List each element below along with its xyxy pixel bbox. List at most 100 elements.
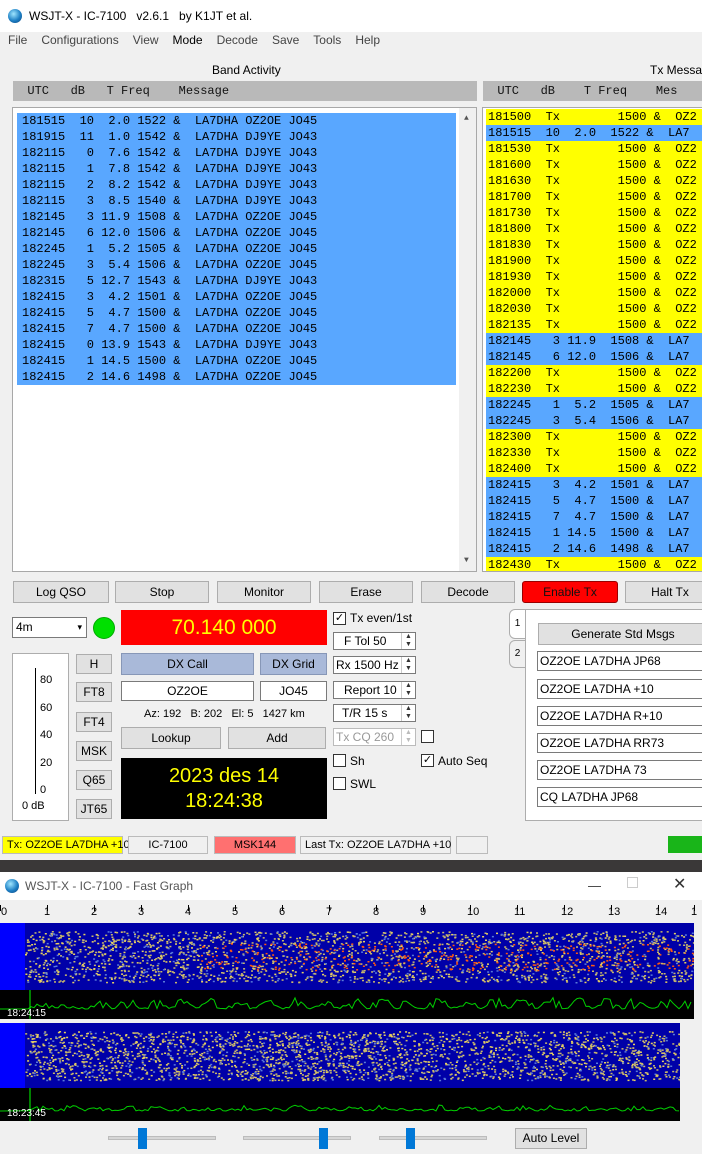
spin-arrows-icon[interactable]: ▲ ▼ bbox=[401, 705, 415, 721]
spin-arrows-icon[interactable]: ▲ ▼ bbox=[401, 682, 415, 698]
band-activity-row[interactable]: 182145 6 12.0 1506 & LA7DHA OZ2OE JO45 bbox=[17, 225, 456, 241]
decode-button[interactable]: Decode bbox=[421, 581, 515, 603]
rx-frequency-row[interactable]: 182415 1 14.5 1500 & LA7 bbox=[486, 525, 702, 541]
scroll-up-icon[interactable]: ▲ bbox=[464, 114, 469, 123]
erase-button[interactable]: Erase bbox=[319, 581, 413, 603]
rx-frequency-row[interactable]: 182400 Tx 1500 & OZ2 bbox=[486, 461, 702, 477]
band-activity-row[interactable]: 182115 2 8.2 1542 & LA7DHA DJ9YE JO43 bbox=[17, 177, 456, 193]
dx-grid-field[interactable]: JO45 bbox=[260, 681, 327, 701]
band-activity-row[interactable]: 181915 11 1.0 1542 & LA7DHA DJ9YE JO43 bbox=[17, 129, 456, 145]
rx-frequency-row[interactable]: 182145 3 11.9 1508 & LA7 bbox=[486, 333, 702, 349]
sh-checkbox[interactable] bbox=[333, 754, 346, 767]
slider-1-thumb[interactable] bbox=[138, 1128, 147, 1149]
menu-configurations[interactable]: Configurations bbox=[41, 33, 118, 51]
band-activity-row[interactable]: 182415 0 13.9 1543 & LA7DHA DJ9YE JO43 bbox=[17, 337, 456, 353]
tx-cq-checkbox[interactable] bbox=[421, 730, 434, 743]
enable-tx-button[interactable]: Enable Tx bbox=[522, 581, 618, 603]
rx-frequency-row[interactable]: 181515 10 2.0 1522 & LA7 bbox=[486, 125, 702, 141]
rx-frequency-row[interactable]: 181630 Tx 1500 & OZ2 bbox=[486, 173, 702, 189]
h-button[interactable]: H bbox=[76, 654, 112, 674]
lookup-button[interactable]: Lookup bbox=[121, 727, 221, 749]
band-activity-row[interactable]: 182415 2 14.6 1498 & LA7DHA OZ2OE JO45 bbox=[17, 369, 456, 385]
rx-frequency-row[interactable]: 182245 3 5.4 1506 & LA7 bbox=[486, 413, 702, 429]
rx-frequency-row[interactable]: 182330 Tx 1500 & OZ2 bbox=[486, 445, 702, 461]
rx-frequency-row[interactable]: 181900 Tx 1500 & OZ2 bbox=[486, 253, 702, 269]
menu-help[interactable]: Help bbox=[355, 33, 380, 51]
rx-frequency-row[interactable]: 181730 Tx 1500 & OZ2 bbox=[486, 205, 702, 221]
menu-save[interactable]: Save bbox=[272, 33, 299, 51]
ft8-button[interactable]: FT8 bbox=[76, 682, 112, 702]
monitor-button[interactable]: Monitor bbox=[217, 581, 311, 603]
add-button[interactable]: Add bbox=[228, 727, 326, 749]
dx-call-field[interactable]: OZ2OE bbox=[121, 681, 254, 701]
rx-frequency-row[interactable]: 181800 Tx 1500 & OZ2 bbox=[486, 221, 702, 237]
rx-frequency-row[interactable]: 182200 Tx 1500 & OZ2 bbox=[486, 365, 702, 381]
slider-2-thumb[interactable] bbox=[319, 1128, 328, 1149]
menu-decode[interactable]: Decode bbox=[217, 33, 258, 51]
rx-frequency-row[interactable]: 182415 7 4.7 1500 & LA7 bbox=[486, 509, 702, 525]
rx-frequency-row[interactable]: 182415 3 4.2 1501 & LA7 bbox=[486, 477, 702, 493]
band-activity-row[interactable]: 182415 3 4.2 1501 & LA7DHA OZ2OE JO45 bbox=[17, 289, 456, 305]
report-spinbox[interactable]: Report 10 ▲ ▼ bbox=[333, 681, 416, 699]
maximize-icon[interactable] bbox=[627, 877, 638, 888]
rx-frequency-row[interactable]: 181700 Tx 1500 & OZ2 bbox=[486, 189, 702, 205]
tab-2[interactable]: 2 bbox=[509, 640, 526, 668]
rx-frequency-row[interactable]: 182145 6 12.0 1506 & LA7 bbox=[486, 349, 702, 365]
rx-frequency-row[interactable]: 182000 Tx 1500 & OZ2 bbox=[486, 285, 702, 301]
tx-even-checkbox[interactable]: ✓ bbox=[333, 612, 346, 625]
band-activity-row[interactable]: 181515 10 2.0 1522 & LA7DHA OZ2OE JO45 bbox=[17, 113, 456, 129]
tr-period-spinbox[interactable]: T/R 15 s ▲ ▼ bbox=[333, 704, 416, 722]
rx-frequency-row[interactable]: 181530 Tx 1500 & OZ2 bbox=[486, 141, 702, 157]
tab-1[interactable]: 1 bbox=[509, 609, 526, 639]
rx-frequency-row[interactable]: 181600 Tx 1500 & OZ2 bbox=[486, 157, 702, 173]
minimize-icon[interactable]: — bbox=[588, 878, 601, 893]
log-qso-button[interactable]: Log QSO bbox=[13, 581, 109, 603]
band-activity-row[interactable]: 182415 5 4.7 1500 & LA7DHA OZ2OE JO45 bbox=[17, 305, 456, 321]
rx-frequency-row[interactable]: 182415 5 4.7 1500 & LA7 bbox=[486, 493, 702, 509]
menu-tools[interactable]: Tools bbox=[313, 33, 341, 51]
dx-call-button[interactable]: DX Call bbox=[121, 653, 254, 675]
band-activity-row[interactable]: 182115 3 8.5 1540 & LA7DHA DJ9YE JO43 bbox=[17, 193, 456, 209]
rx-frequency-row[interactable]: 182030 Tx 1500 & OZ2 bbox=[486, 301, 702, 317]
fast-graph-slider-2[interactable] bbox=[243, 1128, 351, 1149]
stop-button[interactable]: Stop bbox=[115, 581, 209, 603]
band-activity-row[interactable]: 182145 3 11.9 1508 & LA7DHA OZ2OE JO45 bbox=[17, 209, 456, 225]
band-activity-scrollbar[interactable]: ▲ ▼ bbox=[459, 108, 476, 571]
rx-frequency-row[interactable]: 182430 Tx 1500 & OZ2 bbox=[486, 557, 702, 571]
band-activity-row[interactable]: 182315 5 12.7 1543 & LA7DHA DJ9YE JO43 bbox=[17, 273, 456, 289]
band-activity-row[interactable]: 182245 3 5.4 1506 & LA7DHA OZ2OE JO45 bbox=[17, 257, 456, 273]
tx5-message-field[interactable]: OZ2OE LA7DHA 73 bbox=[537, 760, 702, 780]
band-select[interactable]: 4m ▾ bbox=[12, 617, 87, 638]
fast-graph-slider-1[interactable] bbox=[108, 1128, 216, 1149]
menu-view[interactable]: View bbox=[133, 33, 159, 51]
slider-3-thumb[interactable] bbox=[406, 1128, 415, 1149]
rx-frequency-row[interactable]: 182230 Tx 1500 & OZ2 bbox=[486, 381, 702, 397]
rx-frequency-list[interactable]: 181500 Tx 1500 & OZ2 181515 10 2.0 1522 &… bbox=[482, 107, 702, 572]
tx2-message-field[interactable]: OZ2OE LA7DHA +10 bbox=[537, 679, 702, 699]
rx-frequency-row[interactable]: 182245 1 5.2 1505 & LA7 bbox=[486, 397, 702, 413]
scroll-down-icon[interactable]: ▼ bbox=[464, 556, 469, 565]
band-activity-row[interactable]: 182115 0 7.6 1542 & LA7DHA DJ9YE JO43 bbox=[17, 145, 456, 161]
menu-mode[interactable]: Mode bbox=[173, 33, 203, 51]
tx3-message-field[interactable]: OZ2OE LA7DHA R+10 bbox=[537, 706, 702, 726]
tx6-message-field[interactable]: CQ LA7DHA JP68 bbox=[537, 787, 702, 807]
q65-button[interactable]: Q65 bbox=[76, 770, 112, 790]
band-activity-row[interactable]: 182415 1 14.5 1500 & LA7DHA OZ2OE JO45 bbox=[17, 353, 456, 369]
msk-button[interactable]: MSK bbox=[76, 741, 112, 761]
rx-frequency-spinbox[interactable]: Rx 1500 Hz ▲ ▼ bbox=[333, 656, 416, 674]
spin-arrows-icon[interactable]: ▲ ▼ bbox=[401, 633, 415, 649]
menu-file[interactable]: File bbox=[8, 33, 27, 51]
rx-frequency-row[interactable]: 181830 Tx 1500 & OZ2 bbox=[486, 237, 702, 253]
swl-checkbox[interactable] bbox=[333, 777, 346, 790]
band-activity-list[interactable]: 181515 10 2.0 1522 & LA7DHA OZ2OE JO45 18… bbox=[12, 107, 477, 572]
jt65-button[interactable]: JT65 bbox=[76, 799, 112, 819]
tx4-message-field[interactable]: OZ2OE LA7DHA RR73 bbox=[537, 733, 702, 753]
fast-graph-slider-3[interactable] bbox=[379, 1128, 487, 1149]
band-activity-row[interactable]: 182115 1 7.8 1542 & LA7DHA DJ9YE JO43 bbox=[17, 161, 456, 177]
f-tol-spinbox[interactable]: F Tol 50 ▲ ▼ bbox=[333, 632, 416, 650]
halt-tx-button[interactable]: Halt Tx bbox=[625, 581, 702, 603]
tx1-message-field[interactable]: OZ2OE LA7DHA JP68 bbox=[537, 651, 702, 671]
generate-std-msgs-button[interactable]: Generate Std Msgs bbox=[538, 623, 702, 645]
band-activity-row[interactable]: 182415 7 4.7 1500 & LA7DHA OZ2OE JO45 bbox=[17, 321, 456, 337]
auto-seq-checkbox[interactable]: ✓ bbox=[421, 754, 434, 767]
